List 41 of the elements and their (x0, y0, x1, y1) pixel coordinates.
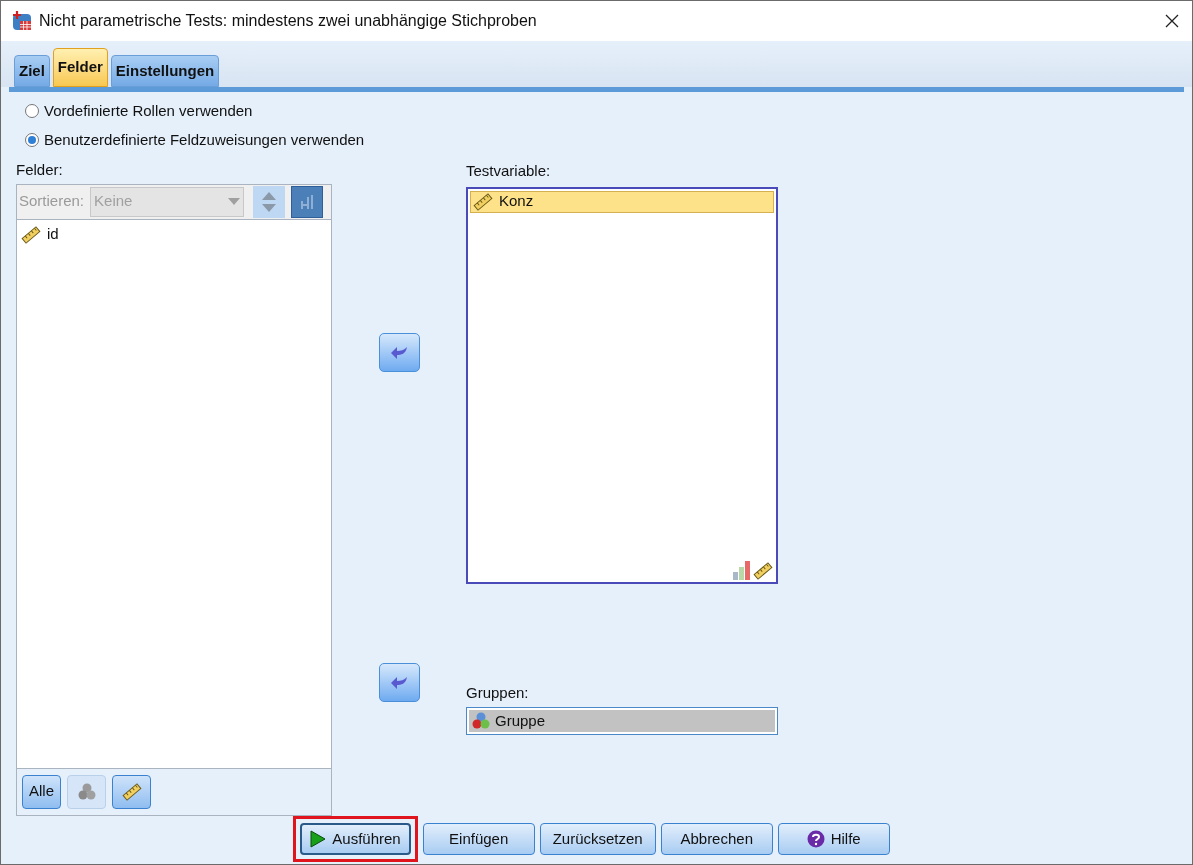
tab[interactable]: Felder (52, 48, 108, 87)
sort-options-button[interactable] (291, 185, 324, 218)
test-variable-item[interactable]: Konz (470, 190, 774, 213)
all-filter-button[interactable]: Alle (22, 774, 61, 809)
fields-label: Felder: (16, 160, 64, 180)
dropdown-caret-icon (228, 197, 241, 206)
curved-arrow-icon (390, 344, 408, 361)
dialog-button[interactable]: Abbrechen (660, 822, 773, 855)
curved-arrow-icon (390, 674, 408, 691)
sort-order-button[interactable] (253, 185, 286, 218)
play-icon (310, 829, 327, 848)
close-icon[interactable] (1164, 13, 1180, 29)
window-title: Nicht parametrische Tests: mindestens zwei unabhängige Stichproben (39, 11, 537, 31)
radio-button[interactable] (25, 104, 39, 119)
field-item[interactable]: id (47, 223, 59, 246)
dialog-button[interactable]: Zurücksetzen (539, 822, 656, 855)
dialog-button[interactable]: Einfügen (422, 822, 535, 855)
groups-label: Gruppen: (466, 682, 530, 703)
radio-label: Benutzerdefinierte Feldzuweisungen verwenden (44, 129, 365, 150)
nominal-circles-icon (76, 782, 97, 801)
nominal-circles-icon (471, 712, 491, 730)
help-icon (806, 829, 825, 848)
filter-button[interactable] (112, 774, 151, 809)
groups-field[interactable]: Gruppe (466, 707, 778, 735)
ruler-icon (473, 192, 493, 211)
app-icon (11, 10, 33, 32)
bar-chart-icon (732, 559, 752, 580)
ruler-icon (753, 561, 773, 580)
groups-item[interactable]: Gruppe (495, 709, 546, 733)
test-variable-label: Testvariable: (466, 161, 552, 181)
radio-label: Vordefinierte Rollen verwenden (44, 101, 253, 121)
radio-button[interactable] (25, 132, 39, 147)
tab[interactable]: Ziel (14, 55, 50, 87)
up-down-icon (261, 190, 278, 213)
sort-label: Sortieren: (18, 191, 85, 212)
move-arrow-button[interactable] (378, 333, 420, 372)
tab[interactable]: Einstellungen (110, 55, 220, 87)
run-button[interactable]: Ausführen (300, 822, 411, 855)
sort-icon (299, 192, 316, 211)
move-arrow-button[interactable] (378, 663, 420, 702)
help-button[interactable]: Hilfe (777, 822, 890, 855)
